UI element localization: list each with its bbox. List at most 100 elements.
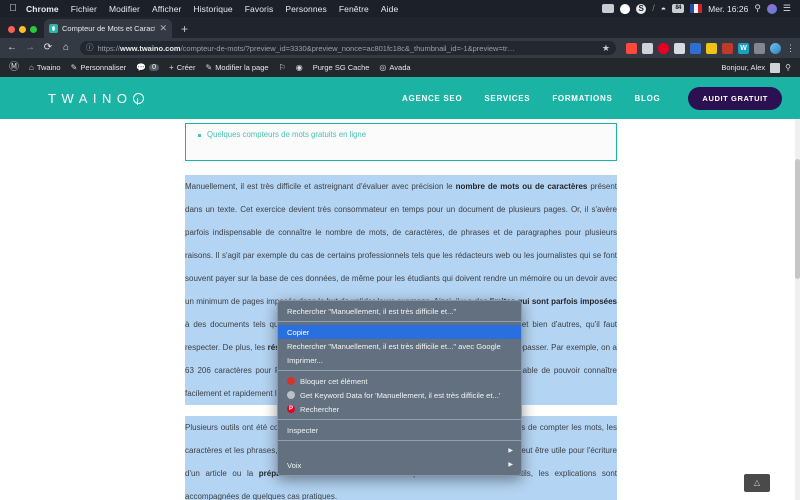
browser-tab-strip: Compteur de Mots et Caractè ✕ + (0, 17, 800, 38)
menu-chrome[interactable]: Chrome (20, 4, 65, 14)
menu-historique[interactable]: Historique (187, 4, 238, 14)
address-bar-url: https://www.twaino.com/compteur-de-mots/… (98, 44, 598, 53)
context-menu-item-label: Copier (287, 327, 310, 337)
search-icon[interactable]: ⚲ (785, 63, 791, 72)
maximize-window-button[interactable] (30, 26, 37, 33)
dollar-icon[interactable]: S (636, 3, 647, 14)
wp-item-flag[interactable]: ⚐ (274, 63, 291, 72)
context-menu-item-voix[interactable]: ▶ (278, 444, 521, 458)
wifi-icon[interactable]: ◓ (661, 4, 666, 14)
menu-modifier[interactable]: Modifier (103, 4, 146, 14)
nav-formations[interactable]: FORMATIONS (552, 94, 612, 103)
context-menu-item-keyword-data[interactable]: Get Keyword Data for 'Manuellement, il e… (278, 388, 521, 402)
context-menu-item-copier[interactable]: Copier (278, 325, 521, 339)
menu-fichier[interactable]: Fichier (65, 4, 103, 14)
wp-item-site[interactable]: ⌂ Twaino (24, 63, 66, 72)
context-menu-item-search-safari[interactable]: Rechercher "Manuellement, il est très di… (278, 304, 521, 318)
battery-icon[interactable]: 84 (672, 4, 685, 13)
chevron-right-icon: ▶ (508, 462, 513, 468)
context-menu-item-label: Rechercher "Manuellement, il est très di… (287, 306, 457, 316)
cloud-icon[interactable] (620, 3, 631, 14)
context-menu-separator (278, 321, 521, 322)
chevron-right-icon: ▶ (508, 448, 513, 454)
wp-item-edit-page[interactable]: ✎ Modifier la page (200, 63, 273, 72)
context-menu-item-services[interactable]: Voix ▶ (278, 458, 521, 472)
address-bar[interactable]: ⓘ https://www.twaino.com/compteur-de-mot… (80, 41, 616, 55)
context-menu-item-rechercher-pinterest[interactable]: P Rechercher (278, 402, 521, 416)
chrome-menu-icon[interactable]: ⋮ (786, 43, 795, 53)
reload-icon[interactable]: ⟳ (41, 43, 55, 53)
info-circle-icon[interactable]: ⓘ (86, 44, 94, 52)
menu-favoris[interactable]: Favoris (239, 4, 280, 14)
context-menu-item-search-google[interactable]: Rechercher "Manuellement, il est très di… (278, 339, 521, 353)
extension-toolbar: W ⋮ (623, 42, 795, 54)
browser-tab-active[interactable]: Compteur de Mots et Caractè ✕ (44, 19, 172, 38)
nav-blog[interactable]: BLOG (635, 94, 661, 103)
avatar[interactable] (766, 3, 777, 14)
red-extension-icon[interactable] (722, 42, 733, 54)
scrollbar-thumb[interactable] (795, 159, 800, 279)
new-tab-button[interactable]: + (172, 23, 196, 38)
flag-fr-icon[interactable] (690, 4, 703, 13)
close-tab-icon[interactable]: ✕ (159, 24, 167, 33)
wp-item-customize[interactable]: ✎ Personnaliser (66, 63, 132, 72)
url-scheme: https:// (97, 43, 121, 53)
monitor-icon[interactable] (602, 4, 615, 13)
moz-extension-icon[interactable] (674, 42, 685, 54)
scrollbar-track[interactable] (795, 119, 800, 500)
menu-aide[interactable]: Aide (375, 4, 404, 14)
wp-item-new[interactable]: + Créer (164, 63, 200, 72)
apple-logo-icon[interactable]:  (6, 3, 20, 14)
table-of-contents: Quelques compteurs de mots gratuits en l… (185, 123, 617, 161)
screen-root:  Chrome Fichier Modifier Afficher Histo… (0, 0, 800, 500)
back-icon[interactable]: ← (5, 43, 19, 53)
drive-extension-icon[interactable] (642, 42, 653, 54)
menu-fenetre[interactable]: Fenêtre (333, 4, 375, 14)
para1-mid: présent dans un texte. Cet exercice devi… (185, 182, 618, 306)
wp-item-comments[interactable]: 💬 0 (131, 63, 164, 72)
para1-bold-1: nombre de mots ou de caractères (455, 182, 588, 191)
forward-icon[interactable]: → (23, 43, 37, 53)
green-extension-icon[interactable] (754, 42, 765, 54)
context-menu-item-bloquer-element[interactable]: Bloquer cet élément (278, 374, 521, 388)
home-icon[interactable]: ⌂ (59, 43, 73, 53)
site-logo-text: TWAINO (48, 90, 133, 106)
context-menu-separator (278, 440, 521, 441)
nav-agence-seo[interactable]: AGENCE SEO (402, 94, 462, 103)
context-menu-separator (278, 370, 521, 371)
leaf-mark-icon (132, 92, 144, 104)
audit-gratuit-button[interactable]: AUDIT GRATUIT (688, 86, 782, 110)
blue-extension-icon[interactable] (690, 42, 701, 54)
highlighter-extension-icon[interactable] (706, 42, 717, 54)
wp-item-customize-label: Personnaliser (80, 63, 127, 72)
wp-item-avada[interactable]: ◎ Avada (374, 63, 415, 72)
scroll-to-top-button[interactable]: △ (744, 474, 770, 492)
ahrefs-extension-icon[interactable] (626, 42, 637, 54)
control-center-icon[interactable]: ☰ (783, 4, 791, 13)
browser-toolbar: ← → ⟳ ⌂ ⓘ https://www.twaino.com/compteu… (0, 38, 800, 58)
close-window-button[interactable] (8, 26, 15, 33)
minimize-window-button[interactable] (19, 26, 26, 33)
wordpress-extension-icon[interactable]: W (738, 42, 749, 54)
nav-services[interactable]: SERVICES (484, 94, 530, 103)
wp-greeting[interactable]: Bonjour, Alex (721, 63, 765, 72)
menu-personnes[interactable]: Personnes (279, 4, 333, 14)
menu-afficher[interactable]: Afficher (146, 4, 187, 14)
context-menu-item-imprimer[interactable]: Imprimer... (278, 353, 521, 367)
wordpress-logo-icon[interactable]: Ⓜ (4, 62, 24, 73)
site-logo[interactable]: TWAINO (18, 90, 144, 106)
plus-icon: + (169, 62, 174, 72)
context-menu-item-inspecter[interactable]: Inspecter (278, 423, 521, 437)
toc-item[interactable]: Quelques compteurs de mots gratuits en l… (196, 130, 606, 140)
avatar[interactable] (770, 62, 781, 73)
wp-item-purge-cache[interactable]: Purge SG Cache (308, 63, 375, 72)
wp-admin-bar-right: Bonjour, Alex ⚲ (721, 62, 796, 73)
pinterest-icon: P (287, 405, 295, 413)
wp-admin-bar: Ⓜ ⌂ Twaino ✎ Personnaliser 💬 0 + Créer ✎… (0, 58, 800, 77)
pinterest-extension-icon[interactable] (658, 42, 669, 54)
bookmark-star-icon[interactable]: ★ (602, 43, 610, 54)
clock-label[interactable]: Mer. 16:26 (708, 4, 748, 14)
profile-avatar-icon[interactable] (770, 42, 781, 54)
wp-item-circle[interactable]: ◉ (291, 63, 308, 72)
search-icon[interactable]: ⚲ (754, 4, 761, 13)
